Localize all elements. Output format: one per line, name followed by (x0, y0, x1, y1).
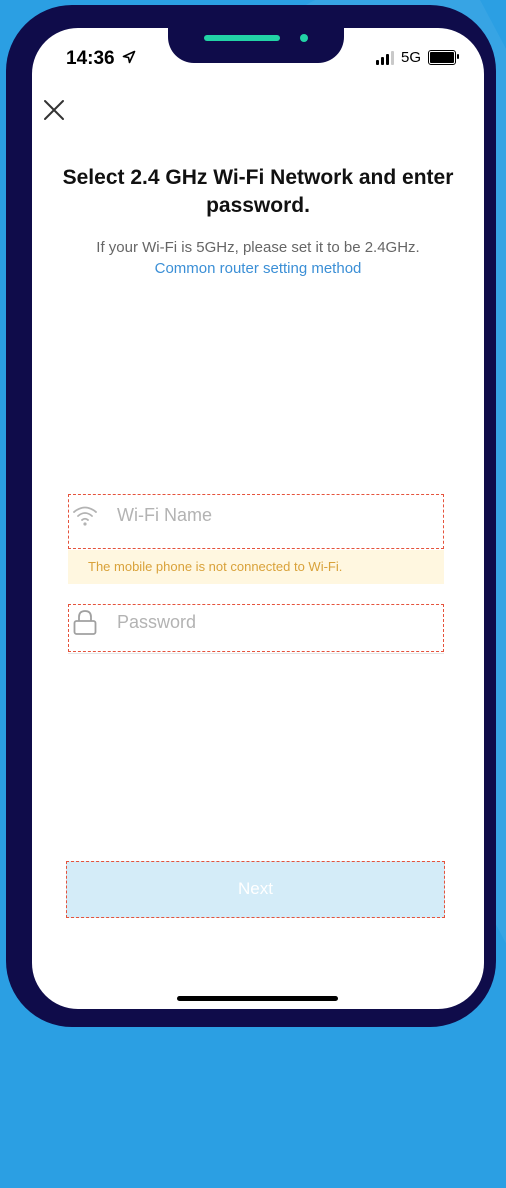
page-title: Select 2.4 GHz Wi-Fi Network and enter p… (62, 166, 454, 217)
next-button[interactable]: Next (66, 861, 445, 918)
signal-icon (375, 50, 394, 65)
network-type: 5G (400, 49, 421, 66)
status-bar-indicators: 5G (375, 49, 459, 66)
notch-camera-dot (300, 34, 308, 42)
location-arrow-icon (122, 50, 136, 64)
camera-notch (168, 21, 344, 63)
password-field[interactable] (68, 604, 444, 652)
close-button[interactable] (42, 98, 66, 122)
battery-icon (428, 50, 459, 65)
home-indicator (177, 996, 338, 1001)
band-hint: If your Wi-Fi is 5GHz, please set it to … (96, 239, 420, 256)
password-input[interactable] (115, 610, 419, 634)
close-icon (44, 100, 64, 120)
status-bar-time: 14:36 (66, 48, 136, 70)
router-setting-link[interactable]: Common router setting method (44, 260, 472, 277)
lock-icon (73, 610, 97, 635)
wifi-name-input[interactable] (115, 504, 419, 527)
notch-speaker (204, 35, 280, 41)
phone-frame: 14:36 5G Select 2.4 GHz Wi-Fi Network an… (6, 5, 496, 1027)
time-text: 14:36 (66, 48, 115, 69)
password-underline (68, 653, 444, 654)
wifi-warning-banner: The mobile phone is not connected to Wi-… (68, 550, 444, 584)
wifi-icon (73, 506, 97, 526)
app-screen: 14:36 5G Select 2.4 GHz Wi-Fi Network an… (32, 28, 484, 1009)
wifi-name-field[interactable] (68, 494, 444, 549)
